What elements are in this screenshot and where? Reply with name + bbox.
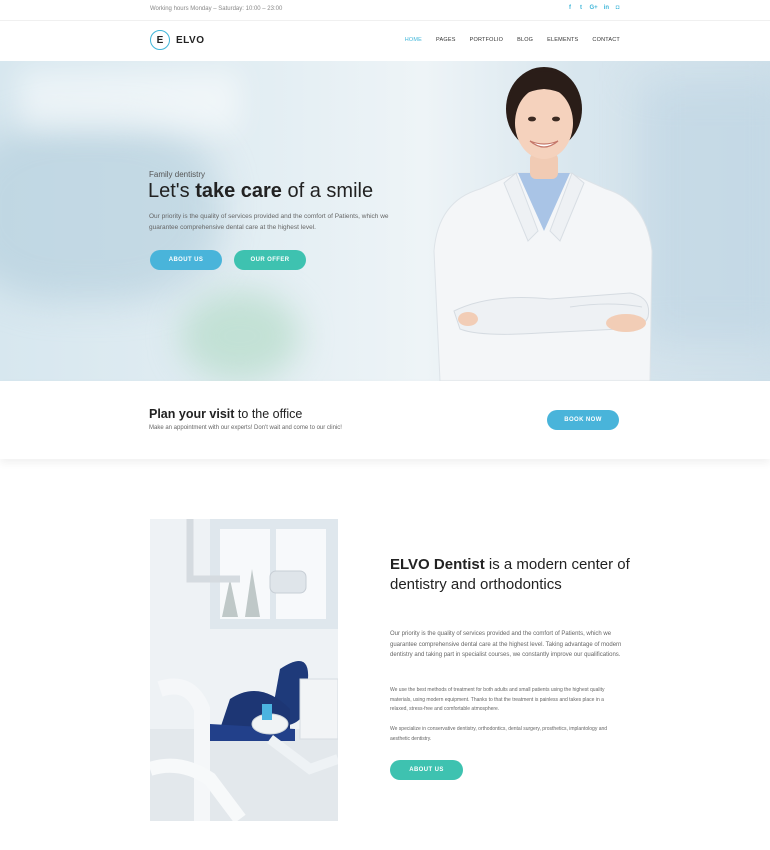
plan-visit-title: Plan your visit to the office	[149, 407, 302, 421]
about-title: ELVO Dentist is a modern center of denti…	[390, 555, 630, 595]
hero-description: Our priority is the quality of services …	[149, 213, 389, 231]
nav-item-blog[interactable]: BLOG	[517, 37, 533, 43]
social-links: f t G+ in ◘	[567, 5, 620, 11]
hero-title-post: of a smile	[281, 180, 374, 202]
hero-title-pre: Let's	[148, 180, 196, 202]
hero-section: Family dentistry Let's take care of a sm…	[0, 61, 770, 381]
nav-item-portfolio[interactable]: PORTFOLIO	[470, 37, 503, 43]
nav-item-pages[interactable]: PAGES	[436, 37, 456, 43]
plan-visit-title-rest: to the office	[234, 407, 303, 421]
working-hours: Working hours Monday – Saturday: 10:00 –…	[150, 6, 283, 12]
linkedin-icon[interactable]: in	[604, 5, 609, 11]
plan-visit-title-bold: Plan your visit	[149, 407, 235, 421]
about-us-button-2[interactable]: ABOUT US	[390, 760, 463, 780]
nav-item-contact[interactable]: CONTACT	[592, 37, 620, 43]
hero-subtitle: Family dentistry	[149, 170, 206, 179]
twitter-icon[interactable]: t	[578, 5, 583, 11]
hero-background-chair	[180, 291, 300, 381]
about-paragraph-1: Our priority is the quality of services …	[390, 631, 622, 658]
about-us-button[interactable]: ABOUT US	[150, 250, 222, 270]
google-plus-icon[interactable]: G+	[589, 5, 597, 11]
about-title-bold: ELVO Dentist	[390, 556, 485, 573]
hero-title: Let's take care of a smile	[148, 180, 373, 203]
logo-mark: E	[150, 30, 170, 50]
plan-visit-text: Make an appointment with our experts! Do…	[149, 425, 342, 431]
about-paragraph-3: We specialize in conservative dentistry,…	[390, 726, 608, 742]
top-bar: Working hours Monday – Saturday: 10:00 –…	[0, 0, 770, 21]
about-paragraph-2: We use the best methods of treatment for…	[390, 687, 605, 712]
instagram-icon[interactable]: ◘	[615, 5, 620, 11]
main-nav: E ELVO HOME PAGES PORTFOLIO BLOG ELEMENT…	[0, 21, 770, 61]
doctor-photo	[433, 67, 653, 381]
dental-office-photo	[150, 519, 338, 821]
dental-chair-illustration	[150, 519, 338, 821]
hero-title-bold: take care	[195, 180, 282, 202]
logo-text: ELVO	[176, 34, 205, 46]
plan-visit-section: Plan your visit to the office Make an ap…	[0, 381, 770, 459]
nav-item-elements[interactable]: ELEMENTS	[547, 37, 578, 43]
nav-item-home[interactable]: HOME	[405, 37, 422, 43]
logo[interactable]: E ELVO	[150, 30, 204, 50]
menu: HOME PAGES PORTFOLIO BLOG ELEMENTS CONTA…	[405, 37, 620, 43]
hero-background-light	[20, 71, 240, 131]
facebook-icon[interactable]: f	[567, 5, 572, 11]
our-offer-button[interactable]: OUR OFFER	[234, 250, 306, 270]
book-now-button[interactable]: BOOK NOW	[547, 410, 619, 430]
